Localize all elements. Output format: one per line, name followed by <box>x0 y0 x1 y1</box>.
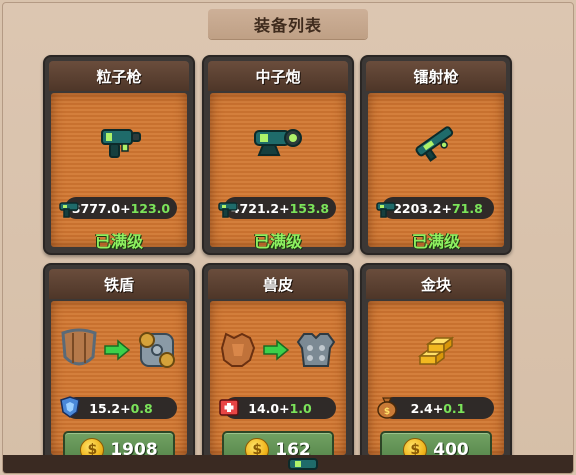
beast-hide-icon <box>220 332 256 367</box>
stat-bonus: 123.0 <box>130 200 171 216</box>
gun-stat-icon <box>376 202 396 218</box>
stat-display: 2203.2+ 71.8 <box>376 197 494 219</box>
panel-title: 装备列表 <box>253 16 322 35</box>
stat-display: 14.0+ 1.0 <box>219 397 336 419</box>
stat-display: 15.2+ 0.8 <box>60 396 177 419</box>
gun-stat-icon <box>59 202 79 218</box>
stat-base: 2.4+ <box>410 400 444 416</box>
equipment-panel: 装备列表 粒子枪 3777.0+ 123.0 已满级 中子炮 4721.2+ 1… <box>2 2 574 474</box>
max-level-label: 已满级 <box>411 232 460 251</box>
card-body: 15.2+ 0.8 $ 1908 <box>51 301 187 469</box>
stat-bonus: 153.8 <box>289 200 330 216</box>
iron-shield-icon <box>139 332 175 368</box>
card-name: 兽皮 <box>262 275 293 294</box>
card-header: 金块 <box>366 269 506 299</box>
card-name: 粒子枪 <box>96 67 142 86</box>
gold-bars-icon <box>417 336 455 366</box>
max-level-label: 已满级 <box>253 232 302 251</box>
max-level-label: 已满级 <box>94 232 143 251</box>
equipment-card-beast-hide[interactable]: 兽皮 14.0+ 1.0 $ 162 <box>202 263 354 469</box>
stat-base: 15.2+ <box>89 400 131 416</box>
card-name: 金块 <box>420 275 451 294</box>
stat-bonus: 0.8 <box>130 400 153 416</box>
card-name: 铁盾 <box>103 275 134 294</box>
particle-gun-icon <box>101 129 141 158</box>
equipment-card-neutron-cannon[interactable]: 中子炮 4721.2+ 153.8 已满级 <box>202 55 354 255</box>
card-header: 粒子枪 <box>49 61 189 91</box>
stat-bonus: 71.8 <box>451 200 483 216</box>
wooden-shield-icon <box>61 328 97 366</box>
equipment-card-gold-bars[interactable]: 金块 $ 2.4+ 0.1 $ 400 <box>360 263 512 469</box>
equipment-card-iron-shield[interactable]: 铁盾 15.2+ 0.8 $ 1908 <box>43 263 195 469</box>
stat-bonus: 0.1 <box>443 400 466 416</box>
armor-vest-icon <box>296 333 336 367</box>
stat-display: 3777.0+ 123.0 <box>59 197 177 219</box>
shield-stat-icon <box>60 396 80 418</box>
money-bag-stat-icon: $ <box>377 397 397 419</box>
card-body: 14.0+ 1.0 $ 162 <box>210 301 346 469</box>
weapon-preview-icon <box>288 458 318 470</box>
card-header: 兽皮 <box>208 269 348 299</box>
card-header: 中子炮 <box>208 61 348 91</box>
card-body: 3777.0+ 123.0 已满级 <box>51 93 187 251</box>
gun-stat-icon <box>218 202 238 218</box>
laser-gun-icon <box>415 126 454 162</box>
upgrade-arrow-icon <box>263 339 290 361</box>
stat-base: 14.0+ <box>248 400 290 416</box>
card-name: 镭射枪 <box>413 67 459 86</box>
card-body: $ 2.4+ 0.1 $ 400 <box>368 301 504 469</box>
stat-bonus: 1.0 <box>289 400 312 416</box>
stat-base: 2203.2+ <box>393 200 452 216</box>
panel-title-bar: 装备列表 <box>208 9 368 39</box>
stat-display: 4721.2+ 153.8 <box>218 197 336 219</box>
card-body: 4721.2+ 153.8 已满级 <box>210 93 346 251</box>
card-header: 镭射枪 <box>366 61 506 91</box>
equipment-card-laser-gun[interactable]: 镭射枪 2203.2+ 71.8 已满级 <box>360 55 512 255</box>
card-name: 中子炮 <box>255 67 301 86</box>
card-header: 铁盾 <box>49 269 189 299</box>
upgrade-arrow-icon <box>104 339 131 361</box>
neutron-cannon-icon <box>254 129 302 156</box>
svg-text:$: $ <box>384 407 390 417</box>
health-stat-icon <box>219 399 239 416</box>
stat-display: $ 2.4+ 0.1 <box>377 397 494 419</box>
bottom-scene-strip <box>3 455 573 473</box>
equipment-card-particle-gun[interactable]: 粒子枪 3777.0+ 123.0 已满级 <box>43 55 195 255</box>
card-body: 2203.2+ 71.8 已满级 <box>368 93 504 251</box>
